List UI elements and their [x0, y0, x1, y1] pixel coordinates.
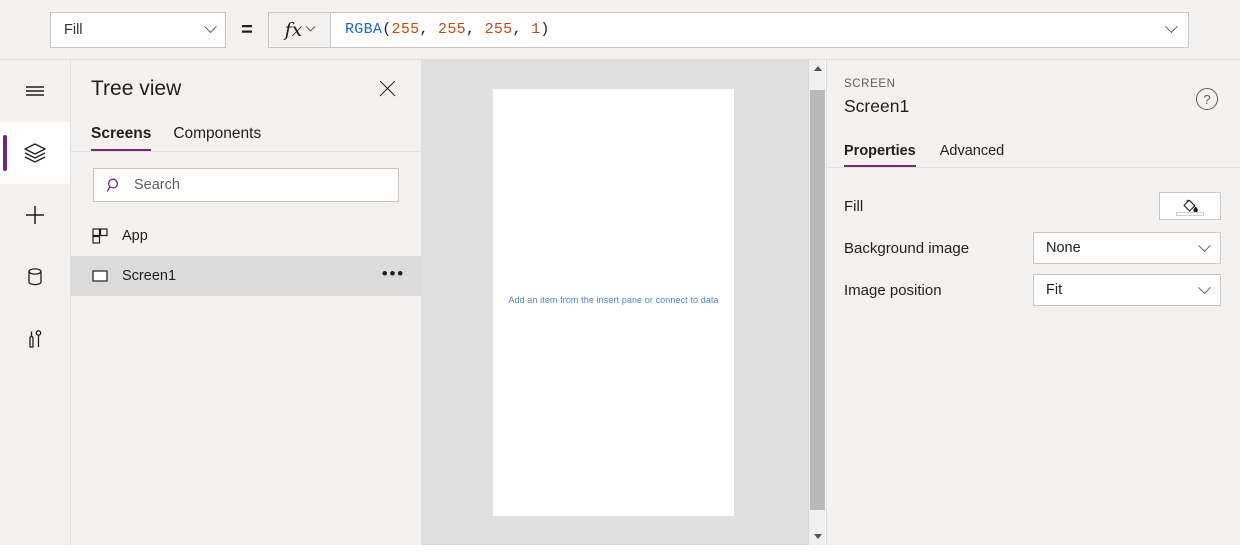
formula-arg-1: 255	[438, 21, 466, 38]
tree-view-title: Tree view	[91, 77, 182, 100]
tree-item-more-options-button[interactable]: •••	[382, 265, 405, 288]
formula-comma-0: ,	[419, 21, 439, 38]
formula-comma-1: ,	[465, 21, 485, 38]
properties-panel: SCREEN Screen1 ? Properties Advanced Fil…	[826, 60, 1240, 545]
fx-button[interactable]: fx	[268, 11, 330, 48]
properties-control-name: Screen1	[844, 96, 910, 116]
fill-color-swatch	[1176, 212, 1204, 216]
help-icon[interactable]: ?	[1196, 88, 1218, 110]
chevron-down-icon	[204, 20, 217, 34]
app-screen-canvas[interactable]: Add an item from the insert pane or conn…	[493, 89, 734, 516]
tools-icon	[29, 330, 42, 348]
property-selector-value: Fill	[64, 21, 83, 38]
property-label: Fill	[844, 197, 864, 215]
scroll-down-button[interactable]	[809, 528, 826, 545]
rail-item-tools[interactable]	[0, 308, 70, 370]
properties-body: Fill Background image None Image positio…	[827, 168, 1240, 310]
tab-components[interactable]: Components	[173, 125, 261, 151]
rail-item-insert[interactable]	[0, 184, 70, 246]
property-row-background-image: Background image None	[844, 228, 1221, 268]
formula-open-paren: (	[382, 21, 392, 38]
property-row-image-position: Image position Fit	[844, 270, 1221, 310]
fill-color-button[interactable]	[1159, 192, 1221, 220]
hamburger-icon	[26, 86, 44, 96]
canvas-empty-hint: Add an item from the insert pane or conn…	[508, 295, 719, 305]
tree-view-panel: Tree view Screens Components Search App …	[71, 60, 422, 545]
left-icon-rail	[0, 60, 71, 545]
tab-advanced[interactable]: Advanced	[940, 143, 1005, 167]
equals-sign: =	[241, 18, 253, 41]
properties-header: SCREEN Screen1 ?	[827, 60, 1240, 136]
scroll-up-arrow-icon	[813, 66, 822, 71]
property-label: Image position	[844, 281, 942, 299]
rail-item-data[interactable]	[0, 246, 70, 308]
scroll-up-button[interactable]	[809, 60, 826, 77]
plus-icon	[26, 206, 44, 224]
close-icon[interactable]	[375, 76, 401, 102]
formula-arg-2: 255	[484, 21, 513, 38]
formula-comma-2: ,	[512, 21, 532, 38]
database-icon	[28, 268, 42, 286]
dropdown-value: Fit	[1046, 282, 1063, 298]
chevron-down-icon	[1198, 280, 1211, 294]
powerapps-studio: Fill = fx RGBA(255, 255, 255, 1) Tree vi…	[0, 0, 1240, 560]
tree-view-header: Tree view	[71, 60, 421, 118]
scroll-down-arrow-icon	[813, 534, 822, 539]
formula-expand-chevron-down-icon[interactable]	[1165, 20, 1178, 34]
background-image-dropdown[interactable]: None	[1033, 232, 1221, 264]
properties-kicker: SCREEN	[844, 78, 896, 90]
search-input[interactable]: Search	[93, 168, 399, 202]
chevron-down-icon	[305, 21, 316, 32]
tree-view-tabs: Screens Components	[71, 118, 421, 152]
property-label: Background image	[844, 239, 970, 257]
app-grid-icon	[92, 228, 108, 244]
dropdown-value: None	[1046, 240, 1081, 256]
formula-text: RGBA(255, 255, 255, 1)	[345, 21, 550, 38]
tree-item-list: App Screen1 •••	[71, 216, 421, 296]
canvas-vertical-scrollbar[interactable]	[808, 60, 825, 545]
tree-item-label: App	[122, 228, 148, 244]
search-icon	[106, 178, 119, 192]
rail-item-hamburger-menu[interactable]	[0, 60, 70, 122]
image-position-dropdown[interactable]: Fit	[1033, 274, 1221, 306]
formula-bar: Fill = fx RGBA(255, 255, 255, 1)	[0, 0, 1240, 60]
tab-screens[interactable]: Screens	[91, 125, 152, 151]
properties-tabs: Properties Advanced	[827, 136, 1240, 168]
tree-item-screen1[interactable]: Screen1 •••	[71, 256, 421, 296]
formula-close-paren: )	[540, 21, 550, 38]
formula-arg-3: 1	[531, 21, 541, 38]
screen-rect-icon	[92, 270, 108, 282]
rail-item-tree-view[interactable]	[0, 122, 70, 184]
formula-function-name: RGBA	[345, 21, 383, 38]
search-placeholder: Search	[134, 177, 180, 193]
fx-label: fx	[284, 18, 303, 41]
canvas-area: Add an item from the insert pane or conn…	[422, 60, 825, 545]
tree-item-app[interactable]: App	[71, 216, 421, 256]
formula-input[interactable]: RGBA(255, 255, 255, 1)	[330, 11, 1189, 48]
tab-properties[interactable]: Properties	[844, 143, 916, 167]
formula-arg-0: 255	[391, 21, 420, 38]
search-container: Search	[71, 152, 421, 202]
scrollbar-thumb[interactable]	[810, 90, 825, 510]
layers-icon	[24, 143, 46, 163]
property-row-fill: Fill	[844, 186, 1221, 226]
property-selector[interactable]: Fill	[50, 11, 226, 48]
tree-item-label: Screen1	[122, 268, 177, 284]
chevron-down-icon	[1198, 238, 1211, 252]
